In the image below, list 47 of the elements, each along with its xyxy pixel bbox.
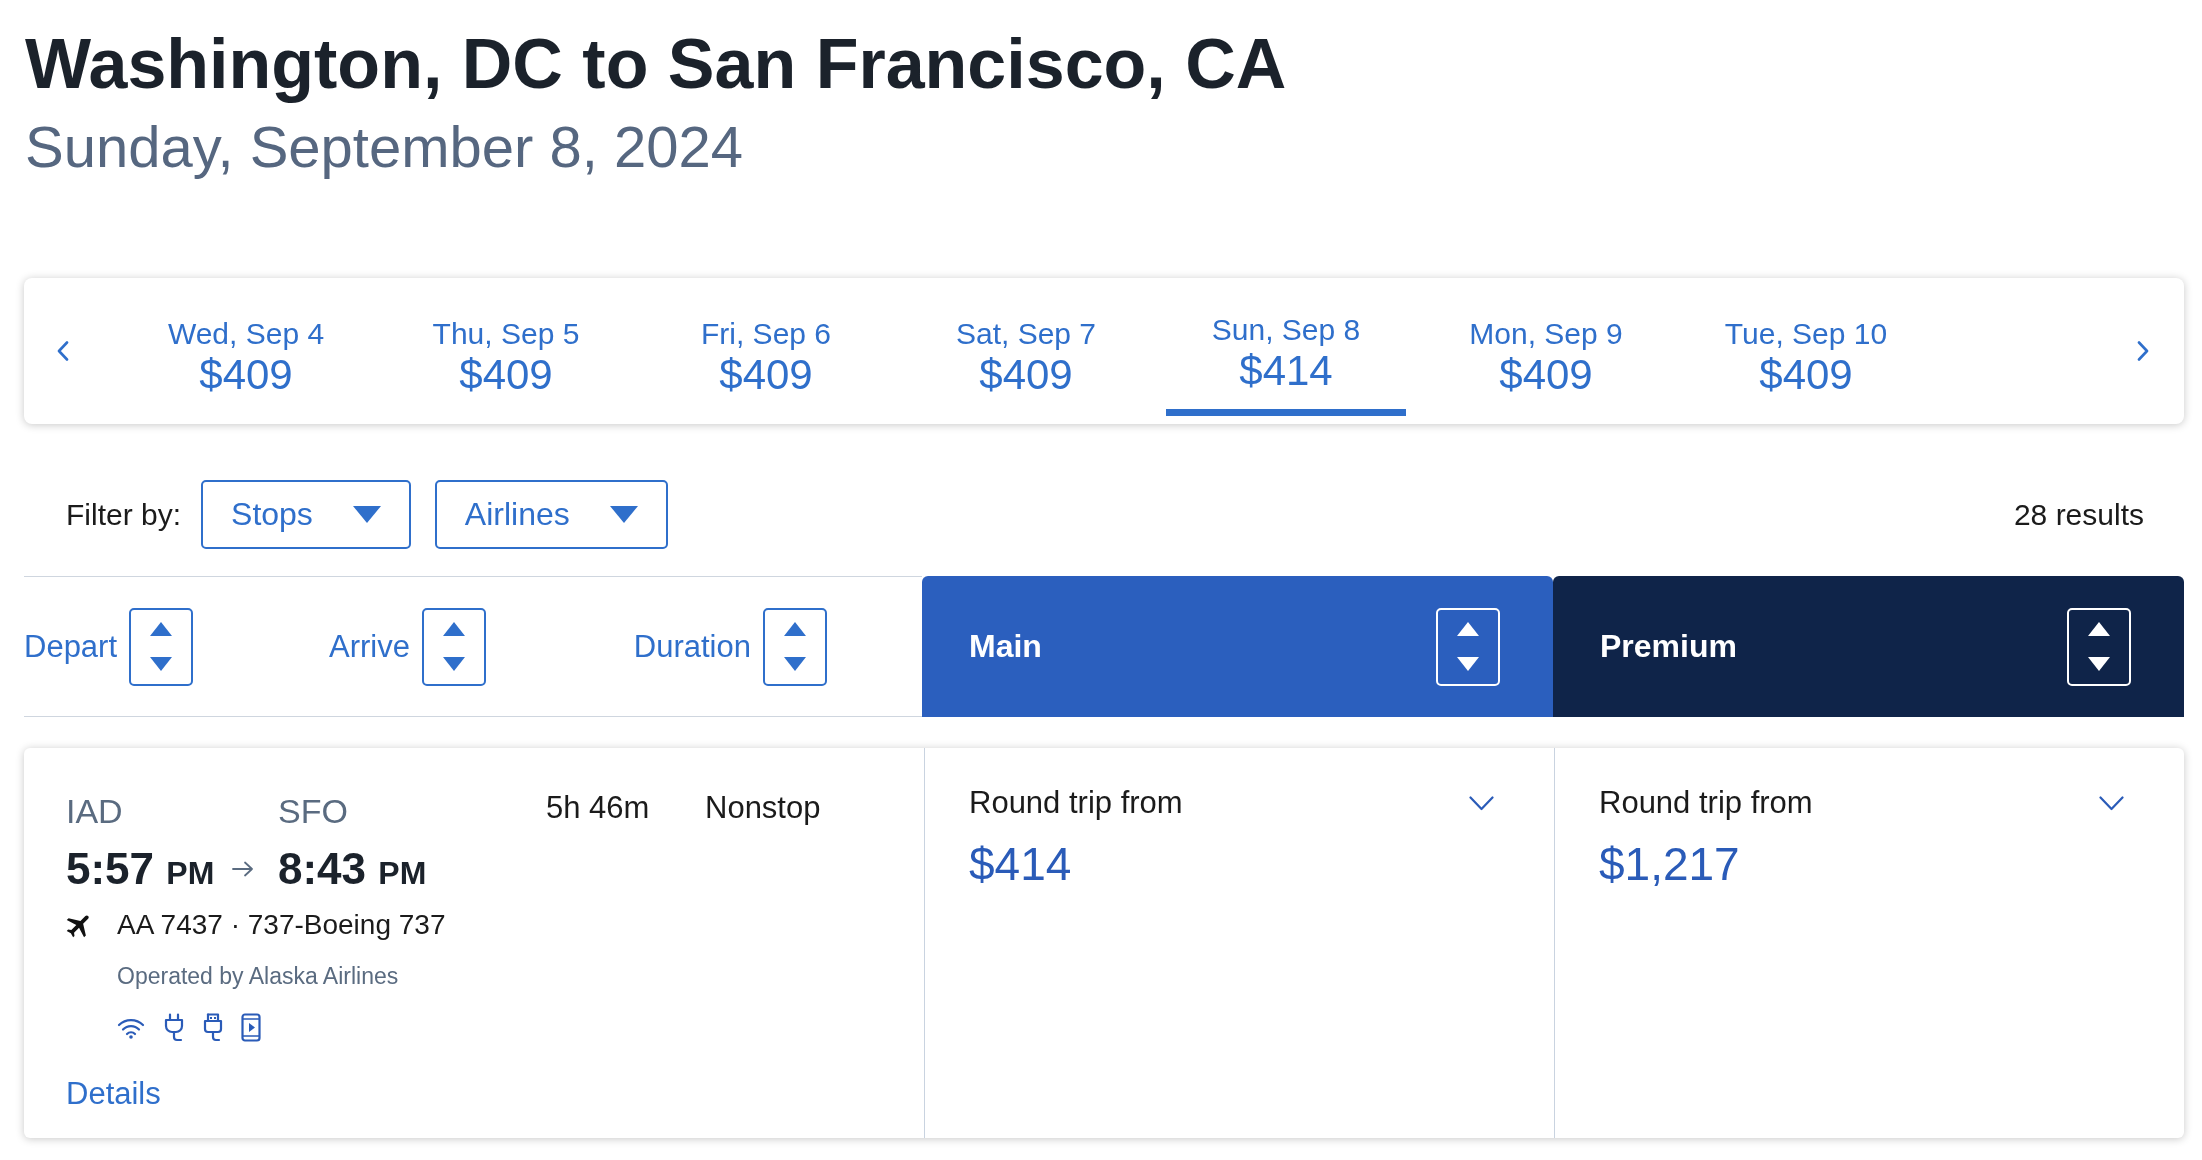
origin-airport: IAD: [66, 791, 124, 831]
operator-text: Operated by Alaska Airlines: [117, 962, 399, 991]
cabin-heading: Main: [969, 628, 1042, 665]
caret-down-icon: [609, 506, 638, 523]
fare-label: Round trip from: [969, 785, 1183, 821]
filter-dropdown[interactable]: Airlines: [434, 480, 668, 549]
chevron-down-icon[interactable]: [1469, 795, 1494, 811]
cabin-heading: Premium: [1600, 628, 1737, 665]
date-tab[interactable]: Thu, Sep 5 $409: [386, 278, 626, 416]
chevron-left-icon[interactable]: [57, 341, 69, 361]
date-tab[interactable]: Tue, Sep 10 $409: [1686, 278, 1926, 416]
sort-column-label[interactable]: Duration: [633, 628, 751, 665]
departure-time: 5:57 PM: [66, 845, 215, 895]
sort-arrows-icon: [443, 622, 465, 671]
power-plug-icon: [163, 1013, 185, 1042]
sort-column-label[interactable]: Depart: [24, 628, 118, 665]
flight-number-aircraft: AA 7437 · 737-Boeing 737: [117, 909, 446, 941]
sort-column-label[interactable]: Arrive: [329, 628, 410, 665]
sort-arrows-icon: [1457, 622, 1479, 671]
stops-text: Nonstop: [705, 791, 822, 825]
date-tab[interactable]: Mon, Sep 9 $409: [1426, 278, 1666, 416]
filter-dropdown[interactable]: Stops: [201, 480, 411, 549]
sort-arrows-icon: [784, 622, 806, 671]
fare-label: Round trip from: [1599, 785, 1813, 821]
phone-play-icon: [241, 1013, 261, 1042]
date-tab[interactable]: Sat, Sep 7 $409: [906, 278, 1146, 416]
filter-label: Filter by:: [66, 497, 182, 532]
details-link[interactable]: Details: [66, 1075, 161, 1113]
fare-price: $1,217: [1599, 837, 1740, 891]
caret-down-icon: [352, 506, 381, 523]
fare-price: $414: [969, 837, 1072, 891]
usb-icon: [203, 1013, 223, 1042]
date-tab[interactable]: Sun, Sep 8 $414: [1166, 278, 1406, 416]
arrival-time: 8:43 PM: [278, 845, 427, 895]
sort-arrows-icon: [2088, 622, 2110, 671]
date-tab[interactable]: Wed, Sep 4 $409: [126, 278, 366, 416]
results-count: 28 results: [2013, 497, 2144, 532]
date-tab[interactable]: Fri, Sep 6 $409: [646, 278, 886, 416]
chevron-down-icon[interactable]: [2099, 795, 2124, 811]
wifi-icon: [117, 1016, 145, 1039]
sort-arrows-icon: [150, 622, 173, 671]
route-title: Washington, DC to San Francisco, CA: [25, 24, 1287, 105]
destination-airport: SFO: [278, 791, 349, 831]
chevron-right-icon[interactable]: [2137, 341, 2149, 361]
arrow-right-icon: [232, 861, 254, 877]
date-subtitle: Sunday, September 8, 2024: [25, 114, 743, 180]
flight-duration: 5h 46m: [546, 791, 651, 825]
